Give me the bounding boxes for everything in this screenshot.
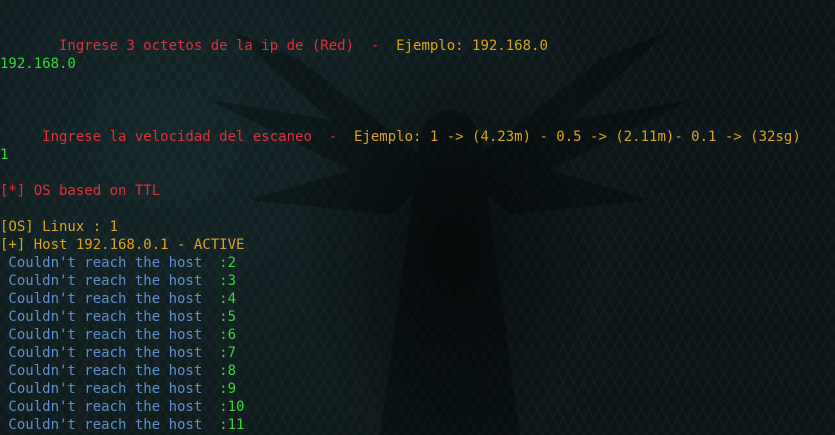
- unreachable-host-number: :4: [219, 291, 237, 307]
- unreachable-host-text: Couldn't reach the host: [0, 291, 220, 307]
- unreachable-host-text: Couldn't reach the host: [0, 381, 220, 397]
- unreachable-host-text: Couldn't reach the host: [0, 345, 220, 361]
- unreachable-host-text: Couldn't reach the host: [0, 255, 220, 271]
- unreachable-host-number: :5: [219, 309, 237, 325]
- speed-input-echo: 1: [0, 147, 9, 163]
- unreachable-host-line: Couldn't reach the host :7: [0, 344, 236, 362]
- unreachable-host-text: Couldn't reach the host: [0, 309, 220, 325]
- unreachable-host-text: Couldn't reach the host: [0, 399, 220, 415]
- octets-input-echo: 192.168.0: [0, 56, 76, 72]
- os-result-line: [OS] Linux : 1: [0, 219, 119, 235]
- unreachable-host-number: :9: [219, 381, 237, 397]
- unreachable-host-text: Couldn't reach the host: [0, 273, 220, 289]
- unreachable-host-line: Couldn't reach the host :6: [0, 326, 236, 344]
- unreachable-host-line: Couldn't reach the host :9: [0, 380, 236, 398]
- unreachable-host-number: :10: [219, 399, 245, 415]
- unreachable-host-line: Couldn't reach the host :3: [0, 272, 236, 290]
- unreachable-host-number: :11: [219, 417, 245, 433]
- unreachable-host-number: :7: [219, 345, 237, 361]
- unreachable-host-line: Couldn't reach the host :5: [0, 308, 236, 326]
- terminal-output: Ingrese 3 octetos de la ip de (Red) - Ej…: [0, 0, 835, 435]
- speed-prompt-example: Ejemplo: 1 -> (4.23m) - 0.5 -> (2.11m)- …: [345, 129, 801, 145]
- unreachable-host-line: Couldn't reach the host :10: [0, 398, 244, 416]
- unreachable-host-line: Couldn't reach the host :2: [0, 254, 236, 272]
- octets-prompt-label: Ingrese 3 octetos de la ip de (Red) -: [33, 38, 388, 54]
- speed-prompt-label: Ingrese la velocidad del escaneo -: [33, 129, 346, 145]
- unreachable-host-text: Couldn't reach the host: [0, 363, 220, 379]
- octets-prompt-example: Ejemplo: 192.168.0: [387, 38, 548, 54]
- unreachable-host-number: :8: [219, 363, 237, 379]
- unreachable-host-line: Couldn't reach the host :8: [0, 362, 236, 380]
- unreachable-host-number: :3: [219, 273, 237, 289]
- unreachable-host-number: :2: [219, 255, 237, 271]
- unreachable-host-text: Couldn't reach the host: [0, 327, 220, 343]
- unreachable-host-text: Couldn't reach the host: [0, 417, 220, 433]
- active-host-line: [+] Host 192.168.0.1 - ACTIVE: [0, 237, 245, 253]
- os-detection-header: [*] OS based on TTL: [0, 183, 161, 199]
- unreachable-host-line: Couldn't reach the host :4: [0, 290, 236, 308]
- octets-prompt-line: Ingrese 3 octetos de la ip de (Red) - Ej…: [0, 19, 548, 54]
- unreachable-host-line: Couldn't reach the host :11: [0, 416, 244, 434]
- unreachable-host-number: :6: [219, 327, 237, 343]
- speed-prompt-line: Ingrese la velocidad del escaneo - Ejemp…: [0, 110, 801, 145]
